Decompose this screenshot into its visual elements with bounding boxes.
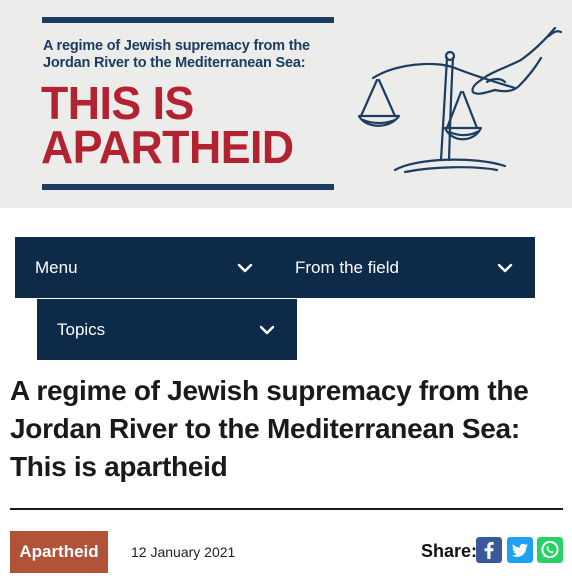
- chevron-down-icon: [237, 263, 253, 272]
- banner-bottom-rule: [42, 184, 334, 190]
- nav-menu-label: Menu: [35, 257, 78, 277]
- banner-subtitle-line: Jordan River to the Mediterranean Sea:: [43, 55, 306, 71]
- publish-date: 12 January 2021: [131, 544, 236, 560]
- chevron-down-icon: [259, 325, 275, 334]
- nav-topics-label: Topics: [57, 319, 106, 339]
- headline-line: A regime of Jewish supremacy from the: [10, 375, 529, 406]
- banner-top-rule: [42, 17, 334, 23]
- whatsapp-icon[interactable]: [537, 537, 563, 563]
- chevron-down-icon: [497, 263, 513, 272]
- twitter-icon[interactable]: [507, 537, 533, 563]
- share-label: Share:: [421, 541, 478, 561]
- facebook-icon[interactable]: [476, 537, 502, 563]
- nav-from-the-field-label: From the field: [295, 257, 399, 277]
- hero-banner: A regime of Jewish supremacy from the Jo…: [0, 0, 572, 208]
- article-headline: A regime of Jewish supremacy from the Jo…: [10, 372, 550, 486]
- topic-tag-apartheid[interactable]: Apartheid: [10, 531, 108, 573]
- banner-subtitle-line: A regime of Jewish supremacy from the: [43, 38, 310, 54]
- nav-topics[interactable]: Topics: [37, 299, 297, 360]
- headline-line: Jordan River to the Mediterranean Sea:: [10, 413, 520, 444]
- banner-title-line2: APARTHEID: [41, 121, 294, 173]
- nav-from-the-field[interactable]: From the field: [275, 237, 535, 298]
- headline-line: This is apartheid: [10, 451, 228, 482]
- banner-subtitle: A regime of Jewish supremacy from the Jo…: [43, 38, 353, 72]
- justice-scales-illustration: [357, 26, 563, 174]
- headline-divider: [10, 508, 563, 510]
- banner-title-line1: THIS IS: [41, 77, 194, 129]
- nav-menu[interactable]: Menu: [15, 237, 275, 298]
